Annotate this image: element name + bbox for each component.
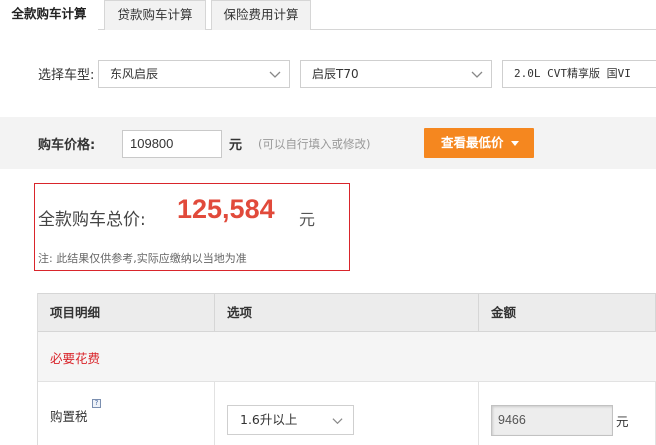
price-hint: (可以自行填入或修改): [258, 137, 371, 151]
tab-insurance-cost[interactable]: 保险费用计算: [211, 0, 311, 30]
tab-loan-payment[interactable]: 贷款购车计算: [104, 0, 206, 30]
model-dropdown-value: 2.0L CVT精享版 国VI: [514, 67, 631, 80]
total-price-box: 全款购车总价: 125,584 元 注: 此结果仅供参考,实际应缴纳以当地为准: [34, 183, 350, 271]
brand-dropdown[interactable]: 东风启辰: [98, 60, 290, 88]
displacement-select[interactable]: 1.6升以上: [227, 405, 354, 435]
price-unit: 元: [229, 138, 243, 153]
price-label: 购车价格:: [38, 138, 96, 153]
help-icon[interactable]: ?: [92, 399, 101, 408]
model-dropdown[interactable]: 2.0L CVT精享版 国VI: [502, 60, 656, 88]
brand-dropdown-value: 东风启辰: [110, 67, 159, 81]
tab-full-payment[interactable]: 全款购车计算: [0, 0, 98, 31]
amount-unit: 元: [616, 414, 629, 429]
column-divider: [214, 382, 215, 445]
header-amount: 金额: [478, 294, 656, 332]
total-price-label: 全款购车总价:: [38, 210, 146, 230]
displacement-select-value: 1.6升以上: [240, 412, 298, 427]
cost-table: 项目明细 选项 金额 必要花费 购置税 ? 1.6升以上 9466 元: [37, 293, 656, 445]
chevron-down-icon: [332, 418, 343, 425]
caret-down-icon: [511, 141, 519, 146]
lowest-price-button[interactable]: 查看最低价: [424, 128, 534, 158]
lowest-price-button-label: 查看最低价: [441, 135, 504, 150]
column-divider: [478, 382, 479, 445]
group-row-required-costs: 必要花费: [38, 332, 656, 382]
series-dropdown[interactable]: 启辰T70: [300, 60, 492, 88]
table-row: 购置税 ? 1.6升以上 9466 元: [38, 382, 656, 445]
group-label: 必要花费: [50, 351, 101, 366]
tab-bar: 全款购车计算 贷款购车计算 保险费用计算: [0, 0, 656, 31]
row-name-purchase-tax: 购置税: [50, 409, 88, 424]
purchase-tax-amount-field: 9466: [491, 405, 613, 436]
header-option: 选项: [214, 294, 478, 332]
car-select-label: 选择车型:: [38, 68, 95, 83]
price-section: 购车价格: 109800 元 (可以自行填入或修改) 查看最低价: [0, 117, 656, 169]
total-price-value: 125,584: [177, 194, 275, 224]
chevron-down-icon: [269, 71, 281, 78]
table-header: 项目明细 选项 金额: [38, 293, 656, 332]
series-dropdown-value: 启辰T70: [312, 67, 359, 81]
total-price-note: 注: 此结果仅供参考,实际应缴纳以当地为准: [38, 252, 247, 265]
total-price-unit: 元: [299, 210, 316, 229]
header-item-detail: 项目明细: [50, 305, 101, 320]
price-input[interactable]: 109800: [122, 130, 222, 158]
chevron-down-icon: [471, 71, 483, 78]
